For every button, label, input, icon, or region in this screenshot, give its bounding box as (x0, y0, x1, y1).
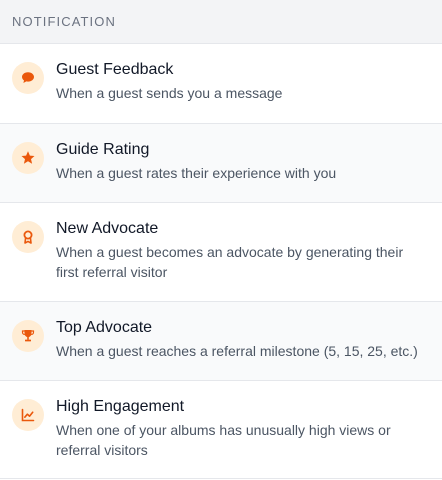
chat-bubble-icon (12, 62, 44, 94)
award-icon (12, 221, 44, 253)
notification-header-label: NOTIFICATION (12, 14, 116, 29)
notification-title: New Advocate (56, 220, 159, 237)
notification-description: When a guest becomes an advocate by gene… (56, 244, 404, 280)
notification-description: When a guest sends you a message (56, 85, 283, 101)
notification-description: When a guest reaches a referral mileston… (56, 343, 418, 359)
star-icon (12, 142, 44, 174)
notification-description: When a guest rates their experience with… (56, 165, 337, 181)
notification-title: Top Advocate (56, 319, 153, 336)
notification-description: When one of your albums has unusually hi… (56, 422, 391, 458)
notification-item-guest-feedback[interactable]: Guest Feedback When a guest sends you a … (0, 44, 442, 124)
notification-list: Guest Feedback When a guest sends you a … (0, 44, 442, 479)
notification-header: NOTIFICATION (0, 0, 442, 44)
notification-item-top-advocate[interactable]: Top Advocate When a guest reaches a refe… (0, 302, 442, 381)
notification-title: Guest Feedback (56, 61, 174, 78)
notification-title: High Engagement (56, 398, 185, 415)
notification-title: Guide Rating (56, 141, 150, 158)
chart-icon (12, 399, 44, 431)
notification-item-new-advocate[interactable]: New Advocate When a guest becomes an adv… (0, 203, 442, 302)
notification-item-guide-rating[interactable]: Guide Rating When a guest rates their ex… (0, 124, 442, 203)
notification-item-high-engagement[interactable]: High Engagement When one of your albums … (0, 381, 442, 479)
trophy-icon (12, 320, 44, 352)
